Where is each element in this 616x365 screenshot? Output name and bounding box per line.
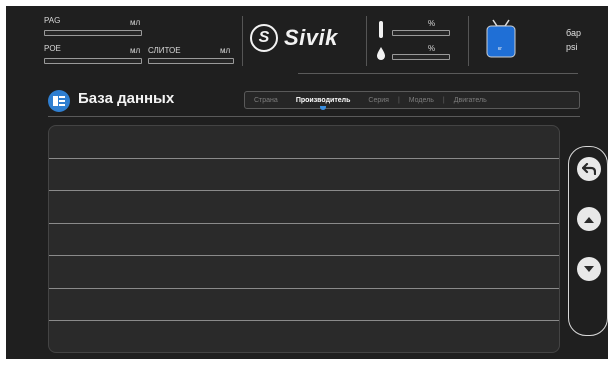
pag-label: PAG bbox=[44, 16, 61, 25]
water-drop-icon bbox=[377, 47, 385, 60]
filter-tabs: Страна Производитель Серия | Модель | Дв… bbox=[244, 91, 580, 110]
header-underline bbox=[298, 73, 578, 74]
arrow-down-icon bbox=[584, 265, 594, 272]
tab-engine[interactable]: Двигатель bbox=[445, 97, 496, 104]
refrigerant-tank-icon bbox=[486, 19, 516, 58]
back-button[interactable] bbox=[577, 157, 601, 181]
header-divider bbox=[366, 16, 367, 66]
list-item[interactable] bbox=[49, 159, 559, 191]
navigation-panel bbox=[568, 146, 608, 336]
list-item[interactable] bbox=[49, 321, 559, 352]
app-screen: PAG мл POE мл СЛИТОЕ мл S Sivik % % кг б… bbox=[6, 6, 608, 359]
list-item[interactable] bbox=[49, 256, 559, 289]
humidity-unit: % bbox=[428, 44, 436, 53]
waste-oil-unit: мл bbox=[220, 46, 231, 55]
arrow-up-icon bbox=[584, 216, 594, 223]
waste-oil-label: СЛИТОЕ bbox=[148, 46, 181, 55]
pressure-unit-psi: psi bbox=[566, 42, 578, 52]
list-item[interactable] bbox=[49, 126, 559, 159]
list-item[interactable] bbox=[49, 289, 559, 321]
humidity-bar bbox=[392, 54, 450, 60]
scroll-up-button[interactable] bbox=[577, 207, 601, 231]
pag-level-bar bbox=[44, 30, 142, 36]
temperature-unit: % bbox=[428, 19, 436, 28]
thermometer-icon bbox=[379, 21, 383, 38]
poe-label: POE bbox=[44, 44, 61, 53]
tab-manufacturer[interactable]: Производитель bbox=[287, 97, 360, 110]
page-title: База данных bbox=[78, 90, 175, 107]
database-icon bbox=[48, 90, 70, 112]
pressure-unit-bar: бар bbox=[566, 28, 581, 38]
header-divider bbox=[468, 16, 469, 66]
sivik-logo-text: Sivik bbox=[284, 25, 338, 50]
title-underline bbox=[48, 116, 580, 117]
poe-level-bar bbox=[44, 58, 142, 64]
database-list bbox=[48, 125, 560, 353]
scroll-down-button[interactable] bbox=[577, 257, 601, 281]
list-item[interactable] bbox=[49, 191, 559, 224]
tab-model[interactable]: Модель bbox=[400, 97, 443, 104]
header-divider bbox=[242, 16, 243, 66]
pag-unit: мл bbox=[130, 18, 141, 27]
sivik-logo: S Sivik bbox=[250, 24, 338, 52]
tab-country[interactable]: Страна bbox=[245, 97, 287, 104]
back-icon bbox=[582, 163, 596, 175]
temperature-bar bbox=[392, 30, 450, 36]
tab-series[interactable]: Серия bbox=[359, 97, 398, 104]
sivik-logo-mark-icon: S bbox=[250, 24, 278, 52]
waste-oil-level-bar bbox=[148, 58, 234, 64]
poe-unit: мл bbox=[130, 46, 141, 55]
list-item[interactable] bbox=[49, 224, 559, 256]
tank-unit: кг bbox=[498, 46, 503, 52]
